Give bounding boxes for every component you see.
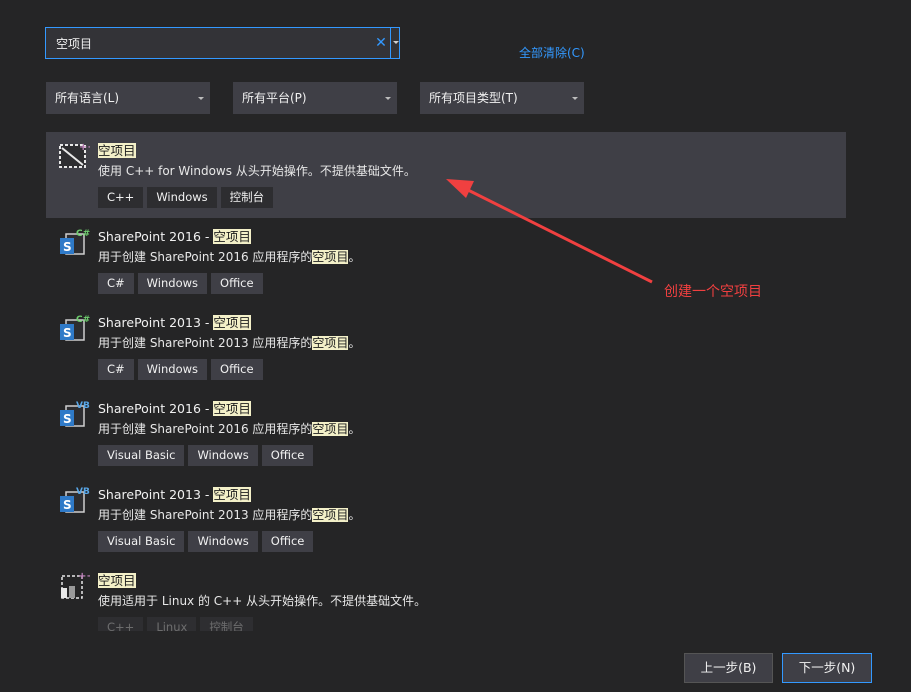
sharepoint-vb-icon: S VB xyxy=(60,401,90,427)
next-button[interactable]: 下一步(N) xyxy=(782,653,872,683)
template-title: SharePoint 2013 - 空项目 xyxy=(98,487,251,502)
template-item-cpp-empty[interactable]: ++ 空项目 使用 C++ for Windows 从头开始操作。不提供基础文件… xyxy=(46,132,846,218)
template-title: SharePoint 2016 - 空项目 xyxy=(98,401,251,416)
template-item-sharepoint-2013-vb[interactable]: S VB SharePoint 2013 - 空项目 用于创建 SharePoi… xyxy=(46,476,846,562)
template-title: 空项目 xyxy=(98,573,136,588)
chevron-down-icon xyxy=(385,97,391,100)
project-type-filter-label: 所有项目类型(T) xyxy=(429,91,518,105)
tag-project-type: Office xyxy=(211,273,263,294)
template-badge: ++ xyxy=(79,142,90,153)
tag-project-type: Office xyxy=(211,359,263,380)
sharepoint-vb-icon: S VB xyxy=(60,487,90,513)
template-badge: C# xyxy=(76,315,90,325)
template-description: 使用 C++ for Windows 从头开始操作。不提供基础文件。 xyxy=(98,164,416,178)
template-tags: C++ Linux 控制台 xyxy=(98,617,257,631)
template-description: 用于创建 SharePoint 2016 应用程序的空项目。 xyxy=(98,250,361,264)
tag-language: C# xyxy=(98,359,134,380)
tag-language: Visual Basic xyxy=(98,445,185,466)
svg-text:S: S xyxy=(63,240,72,254)
annotation-text: 创建一个空项目 xyxy=(664,284,762,300)
clear-search-icon[interactable]: ✕ xyxy=(373,28,389,58)
language-filter-label: 所有语言(L) xyxy=(55,91,120,105)
tag-platform: Windows xyxy=(147,187,217,208)
template-title: 空项目 xyxy=(98,143,136,158)
template-badge: ++ xyxy=(78,571,90,582)
chevron-down-icon xyxy=(198,97,204,100)
tag-platform: Windows xyxy=(137,273,208,294)
template-tags: C++ Windows 控制台 xyxy=(98,187,277,208)
clear-all-link[interactable]: 全部清除(C) xyxy=(519,44,585,61)
platform-filter-dropdown[interactable]: 所有平台(P) xyxy=(233,82,397,114)
tag-language: C# xyxy=(98,273,134,294)
tag-platform: Windows xyxy=(188,445,258,466)
template-title: SharePoint 2016 - 空项目 xyxy=(98,229,251,244)
template-item-sharepoint-2016-vb[interactable]: S VB SharePoint 2016 - 空项目 用于创建 SharePoi… xyxy=(46,390,846,476)
template-title: SharePoint 2013 - 空项目 xyxy=(98,315,251,330)
tag-project-type: 控制台 xyxy=(220,187,274,208)
template-description: 用于创建 SharePoint 2013 应用程序的空项目。 xyxy=(98,336,361,350)
template-item-sharepoint-2013-csharp[interactable]: S C# SharePoint 2013 - 空项目 用于创建 SharePoi… xyxy=(46,304,846,390)
cpp-empty-project-icon: ++ xyxy=(59,142,90,168)
chevron-down-icon xyxy=(572,97,578,100)
tag-project-type: Office xyxy=(261,445,314,466)
template-badge: VB xyxy=(76,487,90,497)
language-filter-dropdown[interactable]: 所有语言(L) xyxy=(46,82,210,114)
template-search-box[interactable]: ✕ xyxy=(45,27,400,59)
back-button[interactable]: 上一步(B) xyxy=(684,653,773,683)
project-type-filter-dropdown[interactable]: 所有项目类型(T) xyxy=(420,82,584,114)
tag-platform: Windows xyxy=(188,531,258,552)
template-search-input[interactable] xyxy=(46,28,371,58)
sharepoint-csharp-icon: S C# xyxy=(60,315,90,341)
search-history-dropdown[interactable] xyxy=(390,28,400,58)
linux-cpp-project-icon: ++ xyxy=(61,571,90,599)
template-tags: Visual Basic Windows Office xyxy=(98,445,317,466)
tag-language: C++ xyxy=(98,187,144,208)
tag-platform: Windows xyxy=(137,359,208,380)
tag-language: Visual Basic xyxy=(98,531,185,552)
template-description: 用于创建 SharePoint 2013 应用程序的空项目。 xyxy=(98,508,361,522)
tag-project-type: 控制台 xyxy=(200,617,253,631)
tag-language: C++ xyxy=(98,617,144,631)
platform-filter-label: 所有平台(P) xyxy=(242,91,307,105)
template-tags: C# Windows Office xyxy=(98,359,267,380)
template-tags: Visual Basic Windows Office xyxy=(98,531,317,552)
template-tags: C# Windows Office xyxy=(98,273,267,294)
template-badge: VB xyxy=(76,401,90,411)
template-list: ++ 空项目 使用 C++ for Windows 从头开始操作。不提供基础文件… xyxy=(46,132,846,648)
svg-text:S: S xyxy=(63,326,72,340)
tag-platform: Linux xyxy=(147,617,197,631)
sharepoint-csharp-icon: S C# xyxy=(60,229,90,255)
template-description: 使用适用于 Linux 的 C++ 从头开始操作。不提供基础文件。 xyxy=(98,594,427,608)
template-item-linux-cpp-empty[interactable]: ++ 空项目 使用适用于 Linux 的 C++ 从头开始操作。不提供基础文件。… xyxy=(46,562,846,648)
template-badge: C# xyxy=(76,229,90,239)
svg-text:S: S xyxy=(63,412,72,426)
svg-text:S: S xyxy=(63,498,72,512)
template-description: 用于创建 SharePoint 2016 应用程序的空项目。 xyxy=(98,422,361,436)
tag-project-type: Office xyxy=(261,531,314,552)
